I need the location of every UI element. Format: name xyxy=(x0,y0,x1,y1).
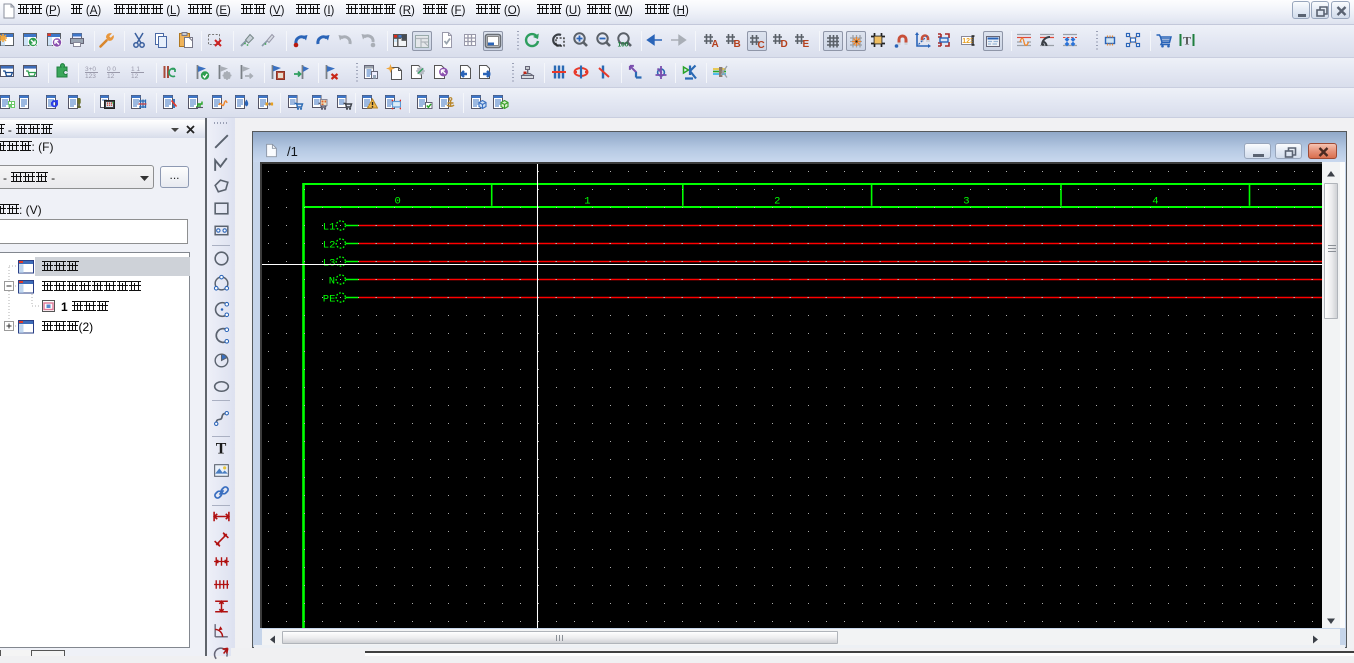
svg-text:123: 123 xyxy=(962,38,974,45)
svg-text:T: T xyxy=(216,440,227,457)
svg-text:D: D xyxy=(781,39,788,49)
svg-text:12: 12 xyxy=(131,73,139,80)
svg-text:3+0: 3+0 xyxy=(85,66,96,73)
svg-text:100: 100 xyxy=(618,42,629,49)
svg-text:E: E xyxy=(803,39,810,49)
svg-text:0 0: 0 0 xyxy=(107,66,116,73)
svg-text:B: B xyxy=(734,39,741,49)
svg-text:C: C xyxy=(758,40,765,50)
svg-text:1 1: 1 1 xyxy=(131,66,140,73)
svg-text:T: T xyxy=(1183,34,1191,48)
svg-text:A: A xyxy=(712,39,719,49)
svg-text:123: 123 xyxy=(85,73,96,80)
svg-text:12: 12 xyxy=(107,73,115,80)
